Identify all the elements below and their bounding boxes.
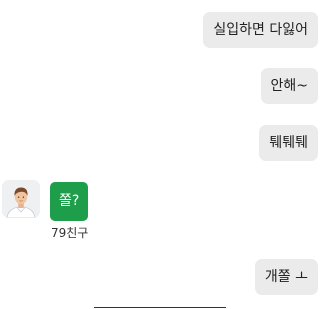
- person-avatar-icon: [2, 180, 40, 218]
- outgoing-message[interactable]: 실입하면 다잃어: [203, 12, 318, 48]
- sender-avatar[interactable]: [2, 180, 40, 218]
- divider-line: [94, 307, 226, 308]
- incoming-message[interactable]: 쫄?: [50, 182, 89, 221]
- outgoing-message[interactable]: 개쫄 ㅗ: [254, 259, 318, 295]
- outgoing-message[interactable]: 퉤퉤퉤: [259, 125, 318, 161]
- outgoing-message[interactable]: 안해~: [260, 68, 318, 104]
- chat-thread: 실입하면 다잃어 안해~ 퉤퉤퉤 쫄? 79친구 개쫄 ㅗ: [0, 0, 323, 309]
- sender-name: 79친구: [51, 226, 89, 240]
